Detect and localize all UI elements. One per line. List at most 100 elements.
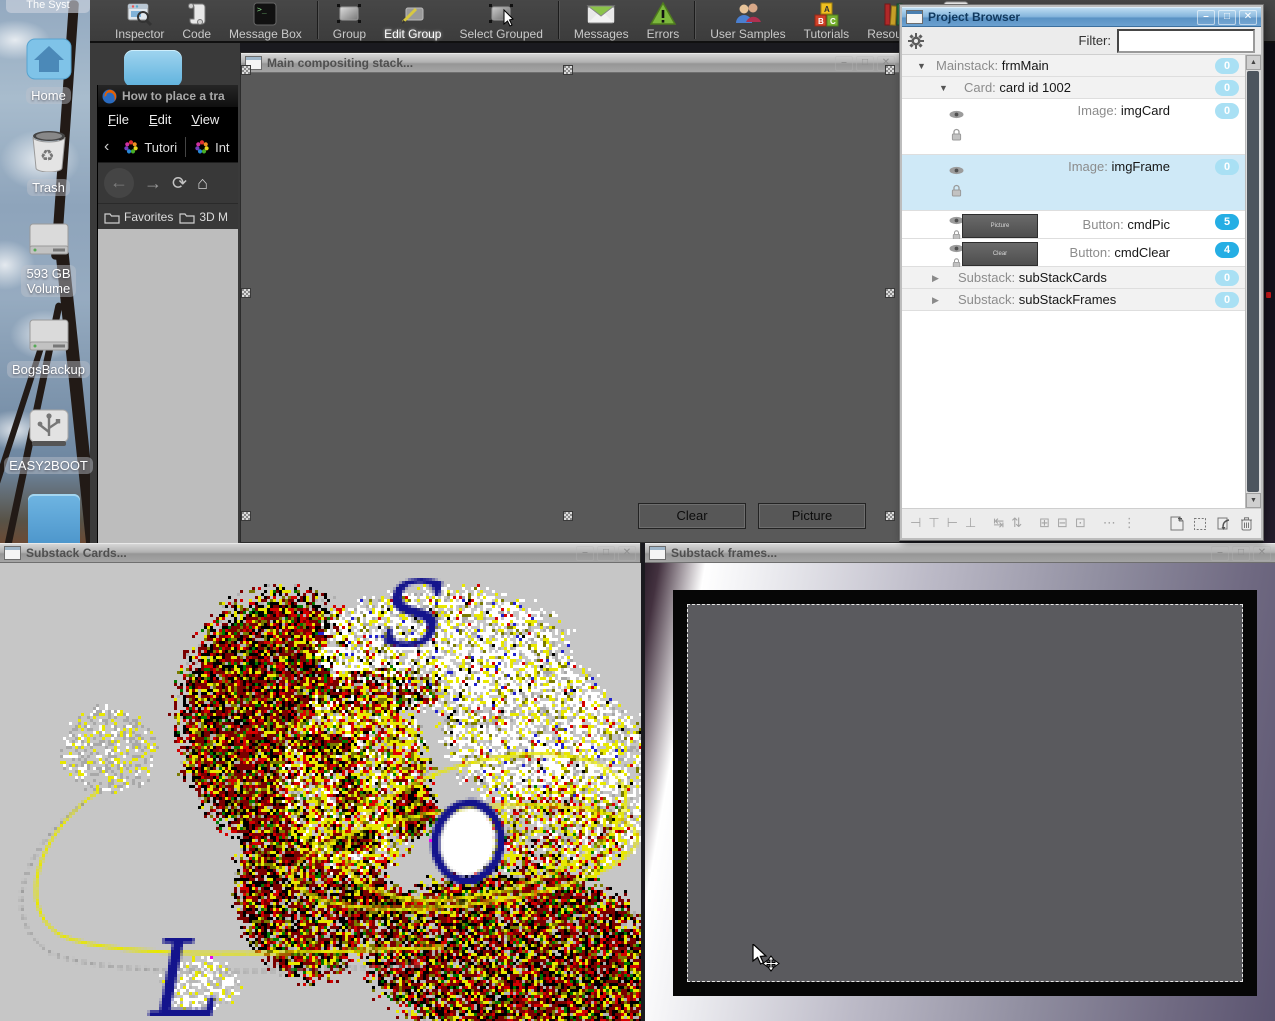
scroll-down-icon[interactable]: ▼ [1246,493,1261,508]
toolbar-inspector[interactable]: Inspector [115,1,164,41]
toolbar-label: User Samples [710,27,785,41]
tree-row-cmdClear[interactable]: ClearButton: cmdClear4 [902,239,1261,267]
collapse-arrow-icon[interactable]: ▼ [917,61,926,71]
selection-handle[interactable] [563,65,573,75]
select-grouped-icon [486,1,516,27]
reload-button[interactable]: ⟳ [172,173,187,194]
minimize-icon[interactable]: – [1211,546,1229,561]
toolbar-messages[interactable]: Messages [574,1,629,41]
tree-row-cmdPic[interactable]: PictureButton: cmdPic5 [902,211,1261,239]
tree-row-imgFrame[interactable]: Image: imgFrame0 [902,155,1261,211]
align-tool-icon[interactable]: ⋮ [1123,516,1136,531]
expand-arrow-icon[interactable]: ▶ [932,295,939,306]
home-button[interactable]: ⌂ [197,173,208,194]
new-object-icon[interactable] [1170,516,1184,531]
scroll-up-icon[interactable]: ▲ [1246,55,1261,70]
maximize-icon[interactable]: □ [597,546,615,561]
desktop-folder-icon[interactable] [28,494,80,543]
project-browser-titlebar[interactable]: Project Browser – □ ✕ [902,7,1261,27]
frame-image[interactable] [673,590,1257,996]
bookmark-3d-m[interactable]: 3D M [179,210,228,224]
count-badge: 0 [1215,270,1239,286]
scrollbar-thumb[interactable] [1247,71,1259,492]
desktop-icon-bogsbackup[interactable]: BogsBackup [0,318,97,379]
align-tool-icon[interactable]: ⊟ [1057,516,1068,531]
maximize-icon[interactable]: □ [1218,10,1236,25]
collapse-arrow-icon[interactable]: ▼ [939,83,948,93]
selection-handle[interactable] [885,65,895,75]
align-tool-icon[interactable]: ⊞ [1039,516,1050,531]
select-objects-icon[interactable] [1193,516,1207,531]
eye-icon[interactable] [949,163,964,178]
desktop-icon-home[interactable]: Home [0,38,97,105]
browser-titlebar[interactable]: How to place a tra [98,85,238,107]
picture-button[interactable]: Picture [758,503,866,529]
statue-image[interactable] [0,563,641,1021]
count-badge: 4 [1215,242,1239,258]
maximize-icon[interactable]: □ [1232,546,1250,561]
toolbar-tutorials[interactable]: ABCTutorials [804,1,850,41]
bookmark-favorites[interactable]: Favorites [104,210,173,224]
align-tool-icon[interactable]: ↹ [993,516,1004,531]
desktop-icon-trash[interactable]: ♻Trash [0,128,97,197]
inspector-icon [125,1,155,27]
delete-icon[interactable] [1240,516,1253,531]
expand-arrow-icon[interactable]: ▶ [932,273,939,284]
align-tool-icon[interactable]: ⊡ [1075,516,1086,531]
align-tool-icon[interactable]: ⇅ [1011,516,1022,531]
toolbar-errors[interactable]: Errors [647,1,680,41]
menu-edit[interactable]: Edit [149,112,171,127]
tree-row-subStackCards[interactable]: ▶Substack: subStackCards0 [902,267,1261,289]
toolbar-message-box[interactable]: >_Message Box [229,1,302,41]
clear-button[interactable]: Clear [638,503,746,529]
tree-row-card id 1002[interactable]: ▼Card: card id 10020 [902,77,1261,99]
tab-scroll-left-icon[interactable]: ‹ [98,138,115,156]
tree-row-frmMain[interactable]: ▼Mainstack: frmMain0 [902,55,1261,77]
desktop-folder-icon[interactable] [124,50,182,87]
align-tool-icon[interactable]: ⋯ [1103,516,1116,531]
maximize-icon[interactable]: □ [856,56,874,71]
minimize-icon[interactable]: – [576,546,594,561]
selection-handle[interactable] [241,65,251,75]
browser-tab[interactable]: Int [186,132,237,162]
desktop-icon-volume[interactable]: 593 GB Volume [0,222,97,298]
forward-button[interactable]: → [144,173,162,194]
close-icon[interactable]: ✕ [1253,546,1271,561]
selection-handle[interactable] [885,511,895,521]
eye-icon[interactable] [949,107,964,122]
selection-handle[interactable] [241,288,251,298]
selection-handle[interactable] [563,511,573,521]
close-icon[interactable]: ✕ [618,546,636,561]
minimize-icon[interactable]: – [835,56,853,71]
project-browser-toolbar: Filter: [902,27,1261,55]
back-button[interactable]: ← [104,168,134,198]
menu-view[interactable]: View [191,112,219,127]
filter-input[interactable] [1117,29,1255,53]
cards-titlebar[interactable]: Substack Cards... – □ ✕ [0,543,640,563]
align-tool-icon[interactable]: ⊢ [947,516,958,531]
selection-handle[interactable] [241,511,251,521]
browser-tab[interactable]: Tutori [115,132,185,162]
toolbar-code[interactable]: Code [182,1,211,41]
align-tool-icon[interactable]: ⊤ [928,516,939,531]
desktop-icon-easy2boot[interactable]: EASY2BOOT [0,408,97,475]
menu-file[interactable]: File [108,112,129,127]
close-icon[interactable]: ✕ [1239,10,1257,25]
tree-scrollbar[interactable]: ▲ ▼ [1245,55,1261,508]
script-icon[interactable] [1216,516,1231,531]
lock-icon[interactable] [951,184,962,200]
lock-icon[interactable] [951,128,962,144]
selection-handle[interactable] [885,288,895,298]
align-tool-icon[interactable]: ⊣ [910,516,921,531]
align-tool-icon[interactable]: ⊥ [965,516,976,531]
toolbar-user-samples[interactable]: User Samples [710,1,785,41]
gear-icon[interactable] [908,33,924,49]
tree-row-subStackFrames[interactable]: ▶Substack: subStackFrames0 [902,289,1261,311]
toolbar-group[interactable]: Group [333,1,366,41]
toolbar-edit-group[interactable]: Edit Group [384,1,441,41]
main-stack-canvas[interactable] [241,73,899,542]
toolbar-select-grouped[interactable]: Select Grouped [459,1,542,41]
tree-row-imgCard[interactable]: Image: imgCard0 [902,99,1261,155]
minimize-icon[interactable]: – [1197,10,1215,25]
frames-titlebar[interactable]: Substack frames... – □ ✕ [645,543,1275,563]
